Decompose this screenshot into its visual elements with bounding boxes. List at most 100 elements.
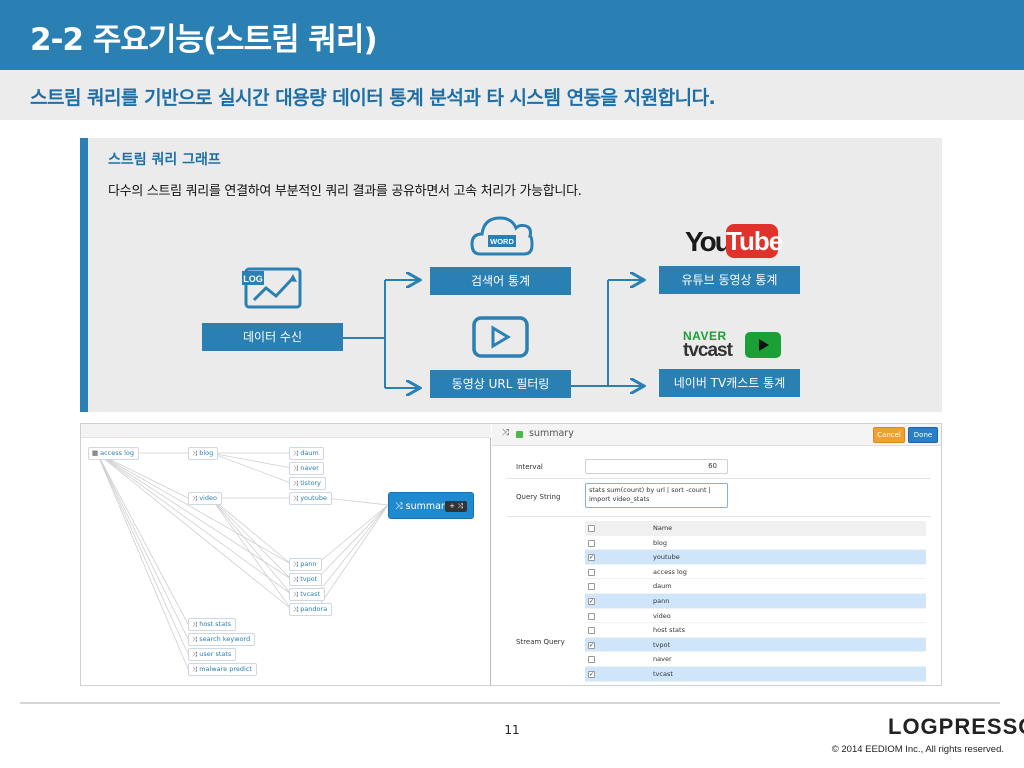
graph-node-label: tistory bbox=[300, 479, 321, 487]
table-row[interactable]: ✓ youtube bbox=[585, 550, 926, 565]
table-row[interactable]: host stats bbox=[585, 623, 926, 638]
shuffle-icon: ⤨ bbox=[293, 590, 299, 598]
table-row[interactable]: video bbox=[585, 609, 926, 624]
graph-node-malware-predict[interactable]: ⤨ malware predict bbox=[188, 663, 257, 676]
shuffle-icon: ⤨ bbox=[192, 665, 198, 673]
log-chart-icon: LOG bbox=[242, 267, 302, 309]
subtitle-bar: 스트림 쿼리를 기반으로 실시간 대용량 데이터 통계 분석과 타 시스템 연동… bbox=[0, 70, 1024, 120]
table-header-row: Name bbox=[585, 521, 926, 536]
status-indicator bbox=[516, 431, 523, 438]
stream-query-rows: blog ✓ youtube access log daum ✓ pann video host… bbox=[585, 536, 926, 682]
cancel-button[interactable]: Cancel bbox=[873, 427, 905, 443]
graph-node-tistory[interactable]: ⤨ tistory bbox=[289, 477, 326, 490]
shuffle-icon: ⤨ bbox=[192, 650, 198, 658]
graph-node-label: daum bbox=[300, 449, 319, 457]
row-checkbox[interactable] bbox=[588, 656, 595, 664]
name-column-header: Name bbox=[653, 524, 673, 532]
stream-query-label: Stream Query bbox=[516, 638, 565, 646]
table-row[interactable]: access log bbox=[585, 565, 926, 580]
shuffle-icon: ⤨ bbox=[293, 449, 299, 457]
select-all-checkbox[interactable] bbox=[588, 525, 595, 532]
shuffle-icon: ⤨ bbox=[192, 449, 198, 457]
graph-node-user-stats[interactable]: ⤨ user stats bbox=[188, 648, 237, 661]
row-checkbox[interactable] bbox=[588, 612, 595, 620]
row-name: tvpot bbox=[653, 640, 671, 649]
graph-node-daum[interactable]: ⤨ daum bbox=[289, 447, 324, 460]
graph-node-pann[interactable]: ⤨ pann bbox=[289, 558, 322, 571]
editor-title: summary bbox=[529, 428, 574, 439]
row-name: pann bbox=[653, 596, 670, 605]
table-row[interactable]: ✓ tvcast bbox=[585, 666, 926, 682]
graph-node-label: malware predict bbox=[199, 665, 252, 673]
graph-node-blog[interactable]: ⤨ blog bbox=[188, 447, 219, 460]
graph-node-label: host stats bbox=[199, 620, 232, 628]
row-checkbox[interactable]: ✓ bbox=[588, 554, 595, 562]
graph-node-label: tvcast bbox=[300, 590, 321, 598]
naver-tvcast-logo: NAVER tvcast bbox=[683, 329, 783, 361]
table-icon: ▦ bbox=[92, 449, 99, 457]
graph-node-host-stats[interactable]: ⤨ host stats bbox=[188, 618, 237, 631]
graph-node-summary[interactable]: ⤨ summary + ⤨ bbox=[388, 492, 474, 519]
row-name: blog bbox=[653, 538, 668, 547]
graph-node-label: naver bbox=[300, 464, 319, 472]
row-name: daum bbox=[653, 582, 672, 591]
tvcast-play-icon bbox=[745, 332, 781, 358]
row-checkbox[interactable] bbox=[588, 583, 595, 591]
graph-node-label: video bbox=[199, 494, 217, 502]
row-checkbox[interactable] bbox=[588, 627, 595, 635]
table-row[interactable]: ✓ pann bbox=[585, 593, 926, 609]
stream-query-graph-panel: 스트림 쿼리 그래프 다수의 스트림 쿼리를 연결하여 부분적인 쿼리 결과를 … bbox=[80, 138, 942, 412]
graph-node-access-log[interactable]: ▦ access log bbox=[88, 447, 140, 460]
graph-node-label: tvpot bbox=[300, 575, 318, 583]
query-string-input[interactable]: stats sum(count) by url | sort -count | … bbox=[585, 483, 728, 508]
graph-node-naver[interactable]: ⤨ naver bbox=[289, 462, 324, 475]
graph-node-tvpot[interactable]: ⤨ tvpot bbox=[289, 573, 323, 586]
graph-node-label: user stats bbox=[199, 650, 232, 658]
row-checkbox[interactable] bbox=[588, 539, 595, 547]
graph-node-tvcast[interactable]: ⤨ tvcast bbox=[289, 588, 326, 601]
row-name: video bbox=[653, 611, 671, 620]
graph-node-youtube[interactable]: ⤨ youtube bbox=[289, 492, 332, 505]
graph-node-pandora[interactable]: ⤨ pandora bbox=[289, 603, 333, 616]
row-checkbox[interactable]: ✓ bbox=[588, 670, 595, 678]
row-checkbox[interactable]: ✓ bbox=[588, 597, 595, 605]
row-name: host stats bbox=[653, 626, 685, 635]
form-divider bbox=[506, 478, 931, 479]
shuffle-icon: ⤨ bbox=[293, 575, 299, 583]
row-name: access log bbox=[653, 567, 687, 576]
table-row[interactable]: blog bbox=[585, 536, 926, 551]
row-checkbox[interactable] bbox=[588, 568, 595, 576]
node-video-url-filtering: 동영상 URL 필터링 bbox=[430, 370, 571, 398]
table-row[interactable]: naver bbox=[585, 652, 926, 667]
title-bar: 2-2 주요기능(스트림 쿼리) bbox=[0, 0, 1024, 70]
query-line-2: import video_stats bbox=[589, 495, 650, 503]
page-number: 11 bbox=[504, 723, 520, 737]
shuffle-icon: ⤨ bbox=[293, 560, 299, 568]
done-button[interactable]: Done bbox=[908, 427, 938, 443]
page-subtitle: 스트림 쿼리를 기반으로 실시간 대용량 데이터 통계 분석과 타 시스템 연동… bbox=[30, 87, 716, 109]
shuffle-icon: ⤨ bbox=[192, 494, 198, 502]
graph-node-label: access log bbox=[100, 449, 135, 457]
node-data-receive: 데이터 수신 bbox=[202, 323, 343, 351]
graph-node-search-keyword[interactable]: ⤨ search keyword bbox=[188, 633, 256, 646]
word-icon-text: WORD bbox=[490, 237, 514, 246]
summary-node-actions[interactable]: + ⤨ bbox=[445, 501, 467, 512]
interval-label: Interval bbox=[516, 463, 543, 471]
graph-node-label: youtube bbox=[300, 494, 327, 502]
shuffle-icon: ⤨ bbox=[502, 428, 510, 438]
page-title: 2-2 주요기능(스트림 쿼리) bbox=[30, 22, 378, 58]
interval-input[interactable]: 60 bbox=[585, 459, 728, 474]
shuffle-icon: ⤨ bbox=[192, 635, 198, 643]
row-checkbox[interactable]: ✓ bbox=[588, 641, 595, 649]
node-search-stats: 검색어 통계 bbox=[430, 267, 571, 295]
graph-node-video[interactable]: ⤨ video bbox=[188, 492, 222, 505]
youtube-logo: You Tube bbox=[685, 224, 783, 260]
query-line-1: stats sum(count) by url | sort -count | bbox=[589, 486, 711, 494]
graph-node-label: pandora bbox=[300, 605, 328, 613]
table-row[interactable]: daum bbox=[585, 579, 926, 594]
shuffle-icon: ⤨ bbox=[293, 479, 299, 487]
table-row[interactable]: ✓ tvpot bbox=[585, 637, 926, 653]
editor-header: ⤨ summary Cancel Done bbox=[492, 424, 941, 446]
shuffle-icon: ⤨ bbox=[293, 494, 299, 502]
query-string-label: Query String bbox=[516, 493, 561, 501]
